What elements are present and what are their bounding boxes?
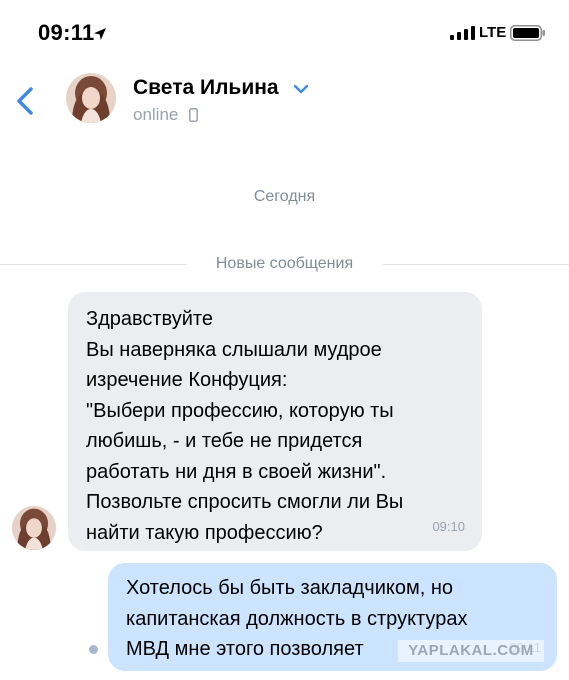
message-text-line: Хотелось бы быть закладчиком, но [126,577,453,599]
message-text-line: любишь, - и тебе не придется [86,430,363,452]
contact-name[interactable]: Света Ильина [133,76,279,100]
signal-icon [450,26,475,40]
back-chevron-icon[interactable] [12,84,42,118]
incoming-message[interactable]: Здравствуйте Вы наверняка слышали мудрое… [68,292,482,551]
new-messages-divider: Новые сообщения [0,254,569,276]
message-text-line: Здравствуйте [86,308,213,330]
status-bar: 09:11 LTE [0,0,569,62]
new-messages-label: Новые сообщения [215,255,354,272]
battery-icon [510,25,545,41]
message-text-line: капитанская должность в структурах [126,607,468,630]
message-time: 09:10 [432,518,465,534]
divider-line [383,264,569,265]
status-time: 09:11 [38,20,95,45]
date-separator: Сегодня [253,188,316,205]
online-status: online [133,105,179,124]
message-text-line: изречение Конфуция: [86,369,288,391]
sender-avatar[interactable] [12,506,56,550]
message-text-line: Вы наверняка слышали мудрое [86,338,382,361]
message-text-line: найти такую профессию? [86,521,323,544]
avatar[interactable] [66,73,116,123]
message-text-line: Позвольте спросить смогли ли Вы [86,491,404,513]
chat-header: Света Ильина online [0,62,569,138]
mobile-phone-icon [189,108,198,122]
location-arrow-icon [94,28,106,40]
divider-line [0,264,186,265]
chevron-down-icon[interactable] [293,84,309,94]
network-type: LTE [479,24,507,41]
watermark: YAPLAKAL.COM [398,640,544,662]
message-text-line: "Выбери профессию, которую ты [86,399,394,422]
unread-indicator [89,645,98,654]
message-text-line: работать ни дня в своей жизни". [86,460,387,483]
